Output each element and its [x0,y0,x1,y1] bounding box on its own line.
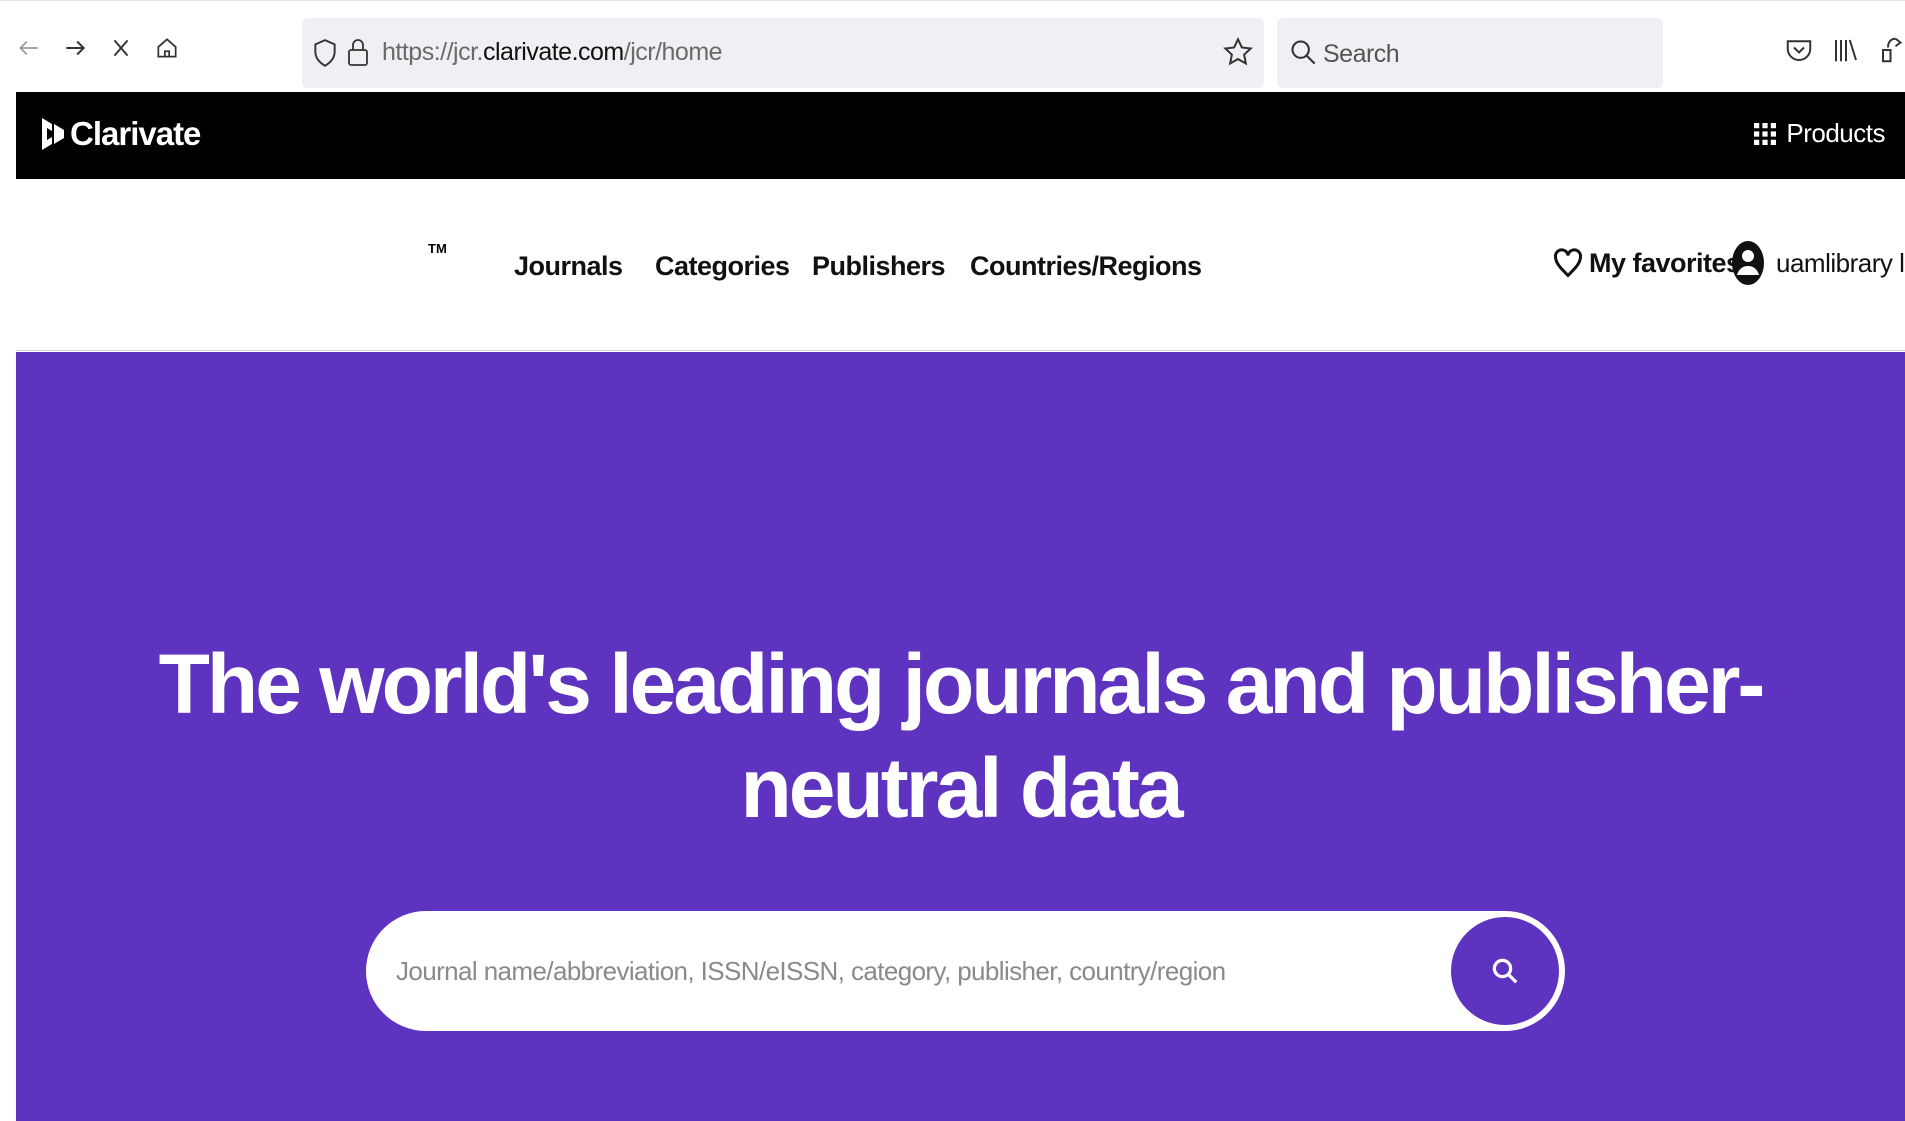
logo-text: Clarivate [70,115,201,152]
journal-search-box [366,911,1565,1031]
journal-search-button[interactable] [1451,917,1559,1025]
hero-title: The world's leading journals and publish… [16,632,1905,840]
user-avatar-icon [1732,241,1764,285]
grid-icon [1754,122,1777,145]
browser-search-box[interactable]: Search [1277,18,1663,88]
stop-button[interactable] [104,31,138,65]
close-icon [113,39,129,57]
shield-icon[interactable] [312,38,338,68]
hero-title-line-1: The world's leading journals and publish… [158,637,1766,732]
hero-section: The world's leading journals and publish… [16,352,1905,1121]
url-path: /jcr/home [623,38,723,66]
hero-title-line-2: neutral data [740,741,1183,836]
home-button[interactable] [150,31,184,65]
nav-countries-regions[interactable]: Countries/Regions [970,251,1202,282]
browser-toolbar: https://jcr.clarivate.com/jcr/home Searc… [0,0,1905,92]
products-menu-button[interactable]: Products [1754,118,1885,149]
my-favorites-link[interactable]: My favorites [1553,245,1741,281]
url-domain: clarivate.com [482,38,624,66]
forward-button[interactable] [58,31,92,65]
clarivate-header: Clarivate Products [16,92,1905,179]
home-icon [157,38,177,58]
search-icon [1492,958,1518,984]
products-label: Products [1786,118,1885,148]
url-text[interactable]: https://jcr.clarivate.com/jcr/home [382,38,723,67]
arrow-right-icon [66,40,86,56]
user-account-menu[interactable]: uamlibrary li [1730,239,1905,287]
overflow-icon[interactable] [1878,35,1905,65]
nav-publishers[interactable]: Publishers [812,251,946,282]
nav-journals[interactable]: Journals [514,251,623,282]
arrow-left-icon [19,40,38,56]
jcr-navigation: TM Journals Categories Publishers Countr… [16,179,1905,351]
lock-icon[interactable] [346,36,370,68]
nav-categories[interactable]: Categories [655,251,790,282]
user-name-label: uamlibrary li [1776,247,1905,278]
star-icon[interactable] [1222,36,1254,68]
my-favorites-label: My favorites [1589,247,1741,278]
heart-icon [1554,248,1582,278]
trademark-mark: TM [428,241,447,256]
library-icon[interactable] [1831,35,1861,65]
address-bar[interactable]: https://jcr.clarivate.com/jcr/home [302,18,1264,88]
pocket-icon[interactable] [1784,35,1814,65]
browser-search-placeholder: Search [1323,40,1400,68]
clarivate-logo[interactable]: Clarivate [38,114,201,154]
back-button[interactable] [12,31,46,65]
journal-search-input[interactable] [394,939,1434,1003]
clarivate-logo-icon [42,118,64,150]
search-icon [1291,40,1316,65]
url-prefix: https://jcr. [382,38,483,66]
